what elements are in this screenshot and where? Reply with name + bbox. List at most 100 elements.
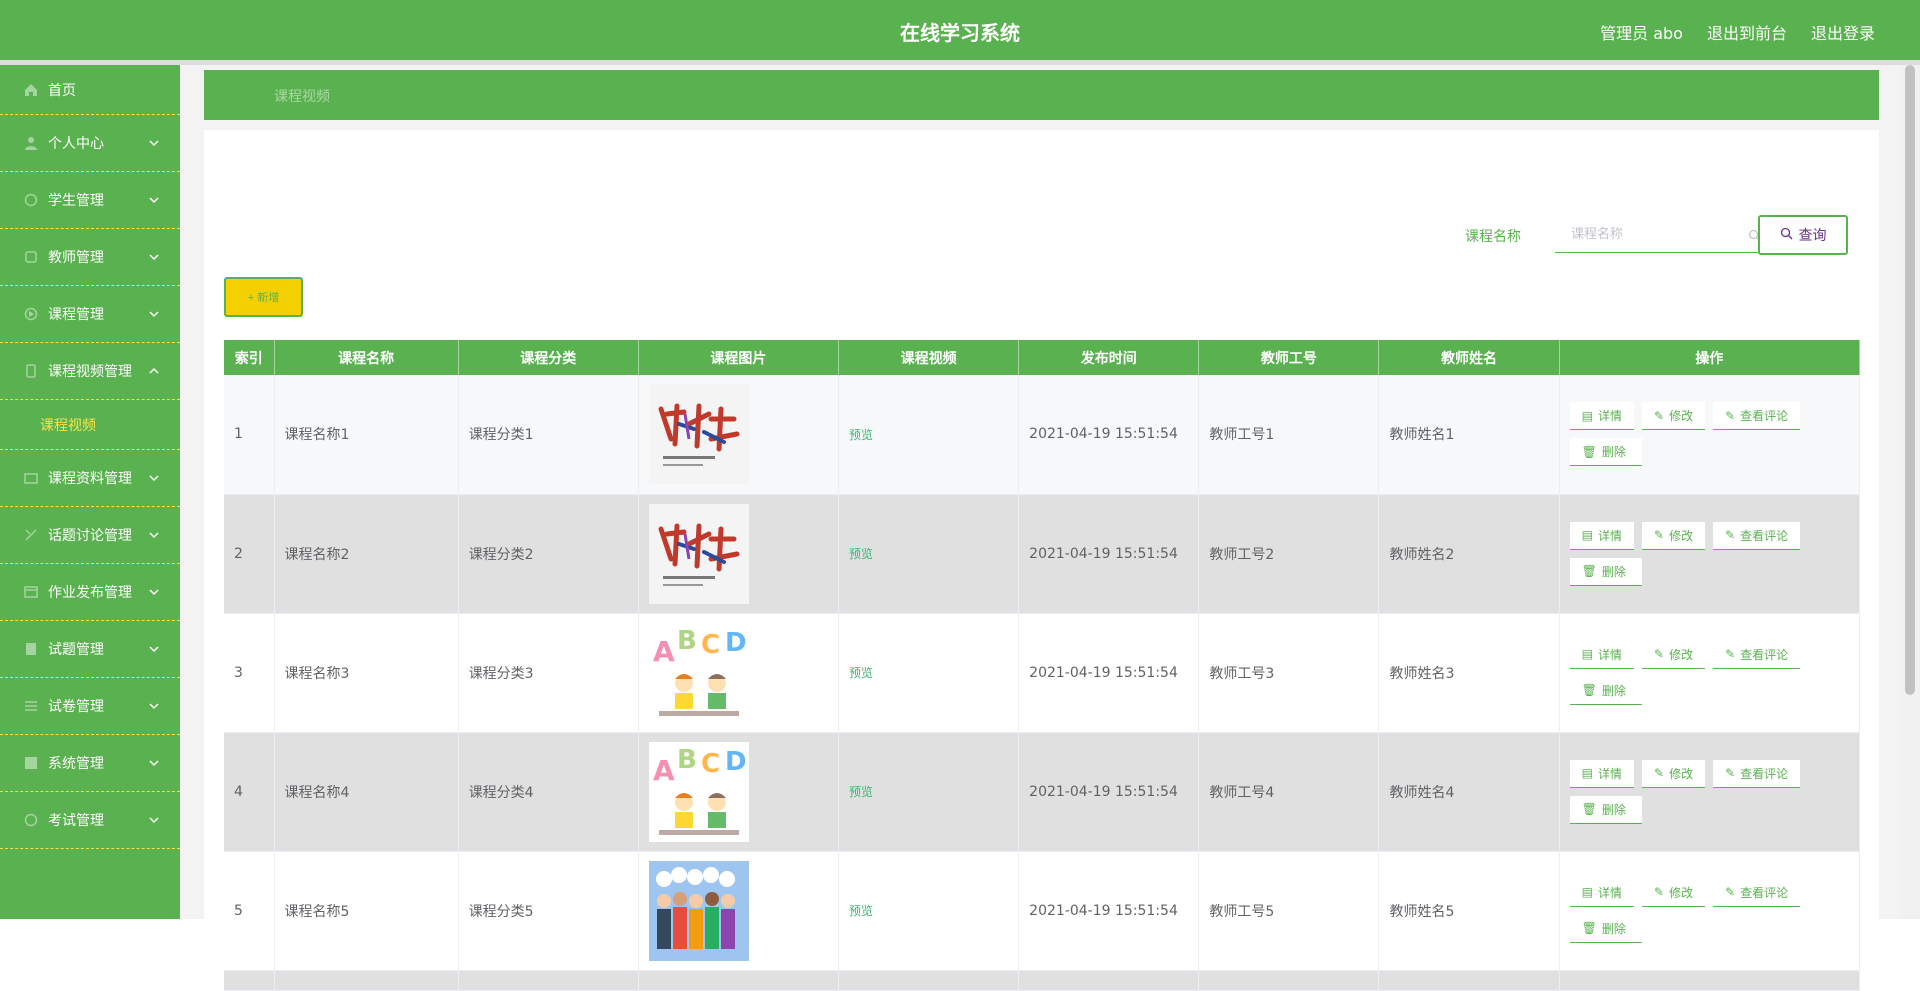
edit-button[interactable]: ✎ 修改 xyxy=(1642,878,1706,907)
row-actions: ▤ 详情 ✎ 修改 ✎ 查看评论 🗑 删除 xyxy=(1569,521,1830,586)
cell-category: 课程分类2 xyxy=(458,494,639,614)
search-input[interactable] xyxy=(1571,226,1741,242)
delete-button-label: 删除 xyxy=(1601,921,1626,936)
cell-teacher-id: 教师工号1 xyxy=(1198,375,1380,495)
view-comments-button-label: 查看评论 xyxy=(1740,885,1789,900)
edit-button[interactable]: ✎ 修改 xyxy=(1642,759,1706,788)
sidebar-item-teacher-management[interactable]: 教师管理 xyxy=(0,229,180,286)
chat-icon xyxy=(24,528,38,542)
delete-button[interactable]: 🗑 删除 xyxy=(1569,795,1642,824)
view-comments-button[interactable]: ✎ 查看评论 xyxy=(1713,878,1801,907)
edit-button-label: 修改 xyxy=(1669,766,1694,781)
cell-category: 课程分类5 xyxy=(458,851,639,971)
document-icon: ▤ xyxy=(1581,885,1593,899)
page-scrollbar[interactable] xyxy=(1900,65,1920,919)
video-preview-link[interactable]: 预览 xyxy=(849,904,873,918)
sidebar: 首页 个人中心 学生管理 教师管理 课程管理 课程视频管理 课程视频 课程资料管… xyxy=(0,65,180,919)
sidebar-item-homework-management[interactable]: 作业发布管理 xyxy=(0,564,180,621)
video-preview-link[interactable]: 预览 xyxy=(849,547,873,561)
course-video-table: 索引 课程名称 课程分类 课程图片 课程视频 发布时间 教师工号 教师姓名 操作… xyxy=(224,340,1861,991)
view-comments-button[interactable]: ✎ 查看评论 xyxy=(1713,759,1801,788)
cell-course-name: 课程名称5 xyxy=(274,851,459,971)
sidebar-item-personal-center[interactable]: 个人中心 xyxy=(0,115,180,172)
main-area: 课程视频 课程名称 查询 + 新增 索引 课程名称 课程分类 课程图片 xyxy=(180,65,1900,991)
view-comments-button[interactable]: ✎ 查看评论 xyxy=(1713,640,1801,669)
column-header: 发布时间 xyxy=(1018,340,1200,375)
chevron-up-icon xyxy=(148,365,160,380)
cell-teacher-id: 教师工号5 xyxy=(1198,851,1380,971)
column-header: 课程名称 xyxy=(274,340,459,375)
column-header: 课程图片 xyxy=(638,340,840,375)
sidebar-item-course-video-management[interactable]: 课程视频管理 xyxy=(0,343,180,400)
cell-teacher-name: 教师姓名1 xyxy=(1378,375,1560,495)
chevron-down-icon xyxy=(148,529,160,544)
cell-index: 1 xyxy=(224,375,275,495)
detail-button[interactable]: ▤ 详情 xyxy=(1569,878,1634,907)
edit-button[interactable]: ✎ 修改 xyxy=(1642,521,1706,550)
edit-icon: ✎ xyxy=(1654,408,1665,423)
sidebar-item-topic-discussion-management[interactable]: 话题讨论管理 xyxy=(0,507,180,564)
sidebar-item-course-material-management[interactable]: 课程资料管理 xyxy=(0,450,180,507)
sidebar-item-label: 话题讨论管理 xyxy=(48,528,132,544)
chevron-down-icon xyxy=(148,586,160,601)
detail-button[interactable]: ▤ 详情 xyxy=(1569,640,1634,669)
row-actions: ▤ 详情 ✎ 修改 ✎ 查看评论 🗑 删除 xyxy=(1569,878,1830,943)
cell-teacher-id: 教师工号3 xyxy=(1198,613,1380,733)
svg-text:B: B xyxy=(677,626,697,656)
logout-link[interactable]: 退出登录 xyxy=(1811,20,1875,44)
cell-teacher-name: 教师姓名5 xyxy=(1378,851,1560,971)
sidebar-item-course-management[interactable]: 课程管理 xyxy=(0,286,180,343)
video-preview-link[interactable]: 预览 xyxy=(849,428,873,442)
add-button[interactable]: + 新增 xyxy=(224,277,303,317)
svg-text:D: D xyxy=(725,628,747,658)
delete-button[interactable]: 🗑 删除 xyxy=(1569,557,1642,586)
detail-button[interactable]: ▤ 详情 xyxy=(1569,402,1634,431)
query-button[interactable]: 查询 xyxy=(1758,215,1848,255)
exit-to-front-link[interactable]: 退出到前台 xyxy=(1707,20,1787,44)
sidebar-item-home[interactable]: 首页 xyxy=(0,65,180,115)
sidebar-item-student-management[interactable]: 学生管理 xyxy=(0,172,180,229)
sidebar-item-question-management[interactable]: 试题管理 xyxy=(0,621,180,678)
search-field[interactable] xyxy=(1555,216,1771,253)
svg-text:D: D xyxy=(725,747,747,777)
breadcrumb-current[interactable]: 课程视频 xyxy=(274,86,330,106)
edit-button-label: 修改 xyxy=(1669,528,1694,543)
table-row: 4 课程名称4 课程分类4 A B C D 预览 2021-04-19 15:5… xyxy=(224,732,1861,852)
video-preview-link[interactable]: 预览 xyxy=(849,785,873,799)
exam-icon xyxy=(24,813,38,827)
view-comments-button[interactable]: ✎ 查看评论 xyxy=(1713,402,1801,431)
cell-teacher-name: 教师姓名2 xyxy=(1378,494,1560,614)
sidebar-item-label: 考试管理 xyxy=(48,813,104,829)
chevron-down-icon xyxy=(148,137,160,152)
column-header: 教师工号 xyxy=(1198,340,1380,375)
edit-icon: ✎ xyxy=(1725,766,1736,780)
edit-icon: ✎ xyxy=(1725,885,1736,899)
delete-button[interactable]: 🗑 删除 xyxy=(1569,438,1642,467)
sidebar-item-exam-management[interactable]: 考试管理 xyxy=(0,792,180,849)
delete-button-label: 删除 xyxy=(1601,445,1626,460)
sidebar-item-label: 个人中心 xyxy=(48,136,104,152)
sidebar-item-system-management[interactable]: 系统管理 xyxy=(0,735,180,792)
detail-button[interactable]: ▤ 详情 xyxy=(1569,521,1634,550)
edit-icon: ✎ xyxy=(1725,647,1736,661)
cell-course-name: 课程名称4 xyxy=(274,732,459,852)
chevron-down-icon xyxy=(148,251,160,266)
scrollbar-thumb[interactable] xyxy=(1905,65,1915,695)
cell-publish-time: 2021-04-19 15:51:54 xyxy=(1018,494,1200,614)
video-preview-link[interactable]: 预览 xyxy=(849,666,873,680)
view-comments-button[interactable]: ✎ 查看评论 xyxy=(1713,521,1801,550)
edit-button[interactable]: ✎ 修改 xyxy=(1642,640,1706,669)
chevron-down-icon xyxy=(148,643,160,658)
cell-publish-time: 2021-04-19 15:51:54 xyxy=(1018,851,1200,971)
delete-button-label: 删除 xyxy=(1601,802,1626,817)
sidebar-item-paper-management[interactable]: 试卷管理 xyxy=(0,678,180,735)
course-image-abcd-kids: A B C D xyxy=(648,622,749,723)
cell-teacher-id: 教师工号2 xyxy=(1198,494,1380,614)
edit-button[interactable]: ✎ 修改 xyxy=(1642,402,1706,431)
sidebar-subitem-course-video[interactable]: 课程视频 xyxy=(0,400,180,450)
course-image-hello-people xyxy=(648,860,749,961)
detail-button[interactable]: ▤ 详情 xyxy=(1569,759,1634,788)
cell-teacher-name: 教师姓名3 xyxy=(1378,613,1560,733)
delete-button[interactable]: 🗑 删除 xyxy=(1569,676,1642,705)
detail-button-label: 详情 xyxy=(1597,885,1622,900)
